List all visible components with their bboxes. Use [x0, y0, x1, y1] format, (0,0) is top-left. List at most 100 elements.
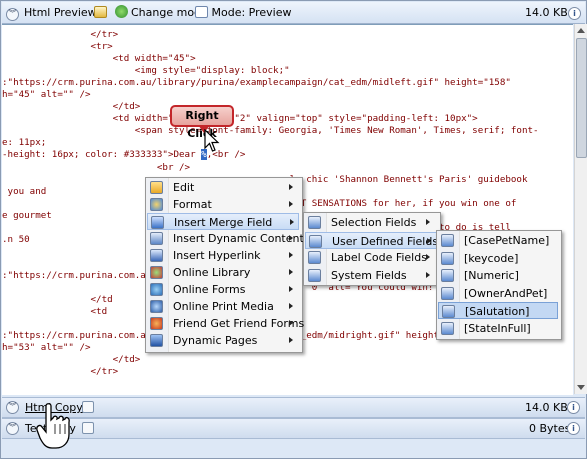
field-icon [441, 286, 454, 300]
chevron-right-icon [290, 219, 294, 225]
menu-item[interactable]: Insert Merge Field [147, 213, 299, 230]
code-line: </tr> [2, 29, 119, 40]
menu-item[interactable]: Format [147, 196, 299, 213]
size-label: 14.0 KB [525, 6, 568, 19]
toolbar: ︾ Html Preview Change mode Mode: Preview… [2, 2, 585, 24]
menu-item[interactable]: Online Forms [147, 281, 299, 298]
menu-item[interactable]: Label Code Fields [305, 249, 437, 266]
menu-item-label: Online Library [173, 266, 251, 279]
library-icon [150, 266, 163, 279]
arrow-cursor-icon [204, 129, 220, 152]
chevron-right-icon [289, 235, 293, 241]
menu-item[interactable]: [CasePetName] [438, 232, 558, 249]
menu-item-label: [Numeric] [464, 269, 519, 283]
info-button[interactable]: i [568, 5, 581, 20]
mode-label: Mode: Preview [211, 6, 292, 19]
field-icon [441, 322, 454, 335]
dynamic-pages-icon [150, 334, 163, 347]
menu-item[interactable]: [Salutation] [438, 302, 558, 320]
chevron-down-icon[interactable]: ︾ [6, 401, 19, 414]
menu-item[interactable]: [keycode] [438, 250, 558, 267]
code-line: <td width=" colspan="2" valign="top" sty… [2, 113, 478, 125]
menu-item[interactable]: Dynamic Pages [147, 332, 299, 349]
menu-item-label: Online Print Media [173, 300, 274, 313]
info-icon[interactable]: i [567, 422, 580, 435]
field-icon [308, 251, 321, 264]
field-icon [441, 234, 454, 247]
mode-icon [195, 6, 208, 18]
chevron-right-icon [289, 286, 293, 292]
code-line: -height: 16px; color: #333333">Dear %,<b… [2, 149, 246, 161]
chevron-right-icon [427, 237, 431, 244]
menu-item[interactable]: Online Print Media [147, 298, 299, 315]
text-icon [82, 422, 94, 434]
menu-item[interactable]: System Fields [305, 267, 437, 284]
code-line: </td> [2, 354, 141, 366]
scroll-up-icon[interactable] [577, 28, 585, 33]
field-icon [308, 268, 321, 282]
menu-item[interactable]: Insert Dynamic Content [147, 230, 304, 247]
info-icon[interactable]: i [568, 7, 581, 20]
code-line: e: 11px; [2, 137, 47, 149]
menu-item-label: User Defined Fields [332, 234, 439, 248]
menu-item-label: [StateInFull] [464, 322, 531, 335]
friend-forms-icon [150, 317, 163, 330]
collapse-html-preview[interactable]: ︾ [6, 5, 19, 21]
html-icon [82, 401, 94, 413]
image-icon [94, 6, 107, 18]
scroll-down-icon[interactable] [577, 385, 585, 390]
vertical-scrollbar[interactable] [574, 24, 587, 394]
code-line: <td width="45"> [2, 53, 196, 65]
menu-item[interactable]: Insert Hyperlink [147, 247, 299, 264]
menu-item[interactable]: [StateInFull] [438, 320, 558, 337]
chevron-right-icon [289, 201, 293, 207]
menu-item-label: [Salutation] [465, 305, 530, 319]
menu-item-label: [keycode] [464, 251, 519, 265]
chevron-right-icon [426, 219, 430, 225]
chevron-right-icon [289, 269, 293, 275]
merge-field-icon [151, 216, 164, 229]
code-line: <tr> [2, 41, 113, 53]
chevron-right-icon [289, 337, 293, 343]
chevron-down-icon[interactable]: ︾ [6, 422, 19, 435]
panel-html-copy[interactable]: ︾ Html Copy 14.0 KB i [2, 397, 585, 418]
menu-item-label: Edit [173, 181, 195, 194]
code-line: </tr> [2, 366, 119, 378]
chevron-right-icon [289, 252, 293, 258]
chevron-right-icon [289, 320, 293, 326]
menu-item-label: Dynamic Pages [173, 334, 258, 347]
code-line: <br /> [2, 161, 191, 173]
right-click-callout: Right Click [170, 105, 234, 140]
hyperlink-icon [150, 249, 163, 262]
menu-item-label: System Fields [331, 268, 407, 282]
menu-item-label: Online Forms [173, 283, 246, 296]
mode-indicator: Mode: Preview [195, 5, 292, 20]
format-icon [150, 198, 163, 211]
chevron-down-icon[interactable]: ︾ [6, 8, 19, 21]
print-media-icon [150, 300, 163, 313]
info-icon[interactable]: i [567, 401, 580, 414]
menu-item-label: Insert Dynamic Content [173, 232, 304, 245]
code-line: <span style="font-family: Georgia, 'Time… [2, 125, 539, 137]
field-icon [441, 269, 454, 283]
menu-item[interactable]: [OwnerAndPet] [438, 285, 558, 302]
code-line: </td> [2, 101, 141, 113]
menu-item[interactable]: User Defined Fields [305, 231, 439, 249]
folder-icon [150, 181, 163, 194]
chevron-right-icon [426, 271, 430, 278]
menu-item-label: Label Code Fields [331, 251, 427, 264]
text-only-size: 0 Bytes [529, 422, 571, 435]
change-mode-button[interactable]: Change mode [94, 5, 208, 20]
menu-item-label: Insert Hyperlink [173, 249, 261, 262]
context-menu: Edit Format Insert Merge Field Insert Dynam… [145, 177, 304, 353]
chevron-right-icon [289, 303, 293, 309]
menu-item[interactable]: Friend Get Friend Forms [147, 315, 304, 332]
menu-item[interactable]: [Numeric] [438, 267, 558, 284]
menu-item[interactable]: Edit [147, 179, 299, 196]
menu-item[interactable]: Selection Fields [305, 214, 437, 231]
menu-item[interactable]: Online Library [147, 264, 299, 281]
scrollbar-thumb[interactable] [576, 38, 587, 158]
code-line: <img style="display: block;" [2, 65, 290, 77]
panel-text-only[interactable]: ︾ Text Only 0 Bytes i [2, 418, 585, 439]
